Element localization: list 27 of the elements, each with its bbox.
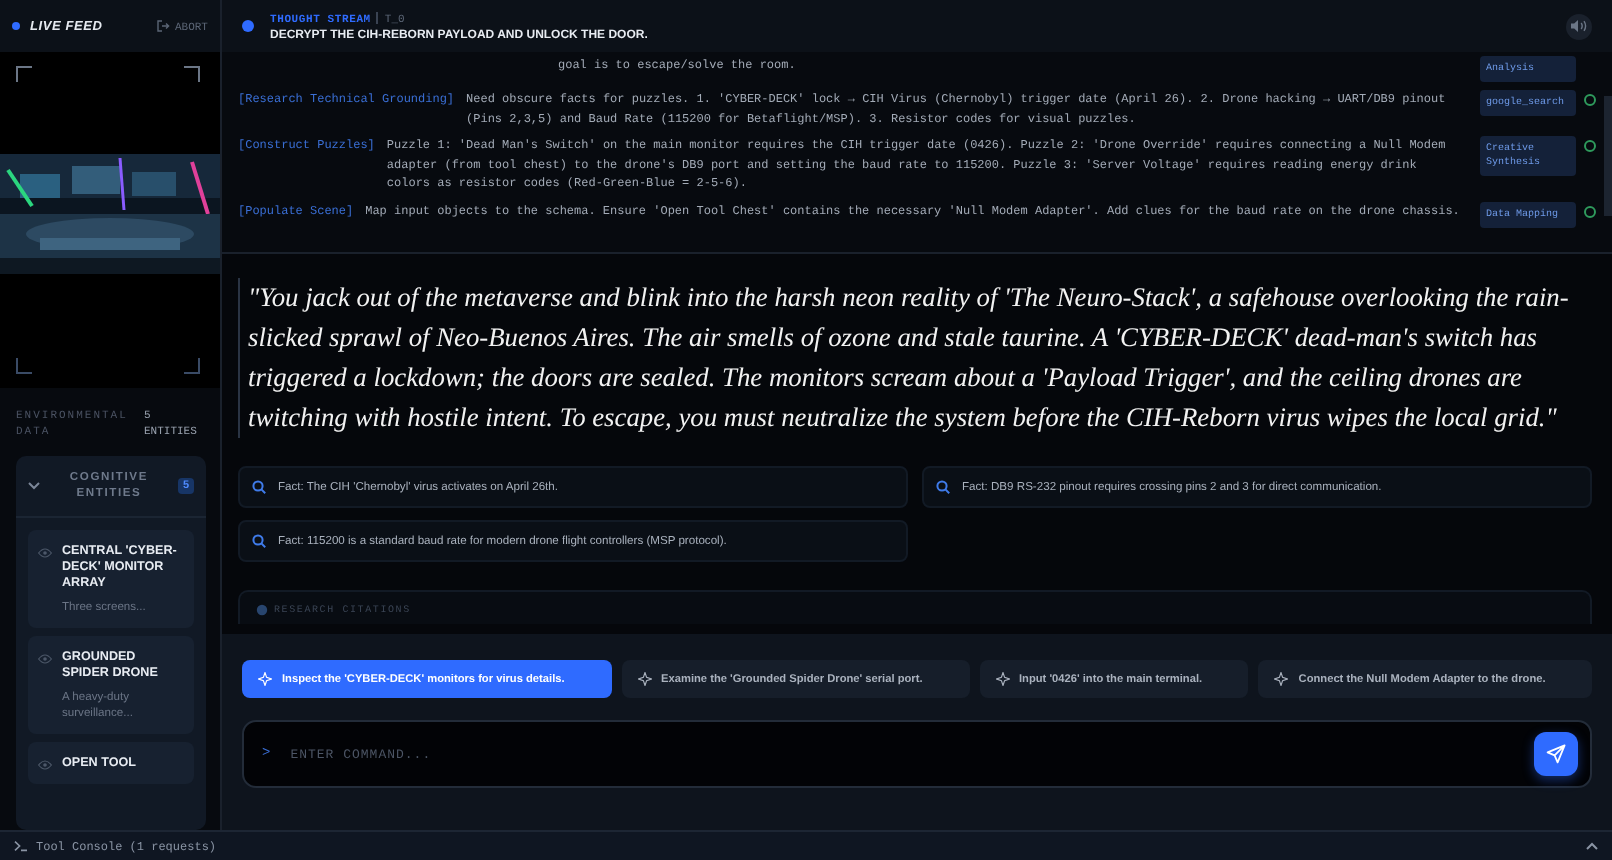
corner-bracket-icon — [184, 66, 200, 82]
globe-icon — [256, 604, 268, 616]
sparkle-icon — [995, 672, 1009, 686]
sparkle-icon — [1274, 672, 1289, 686]
terminal-icon — [14, 840, 28, 852]
status-dot-icon — [242, 20, 254, 32]
caret-up-icon[interactable] — [1586, 842, 1598, 850]
narrative-text: "You jack out of the metaverse and blink into the harsh neon reality of 'The Neuro-Stack', a safehouse overlooking the rain-slicked sprawl of Neo-Buenos Aires. The air smells of ozone and stale taurine. A 'CYBER-DECK' dead-man's switch has triggered a lockdown; the doors are sealed. The monitors scream about a 'Payload Trigger', and the ceiling drones are twitching with hostile intent. To escape, you must neutralize the system before the CIH-Reborn virus wipes the local grid." — [238, 278, 1592, 438]
scrollbar[interactable] — [1604, 96, 1612, 216]
send-icon — [1546, 744, 1566, 764]
sound-button[interactable] — [1566, 13, 1592, 39]
corner-bracket-icon — [184, 358, 200, 374]
eye-icon — [38, 654, 52, 664]
eye-icon — [38, 760, 52, 770]
corner-bracket-icon — [16, 66, 32, 82]
send-button[interactable] — [1534, 732, 1578, 776]
speaker-icon — [1570, 18, 1588, 34]
sparkle-icon — [258, 672, 272, 686]
live-dot-icon — [12, 22, 20, 30]
exit-icon — [156, 20, 171, 32]
search-icon — [936, 480, 950, 494]
chevron-icon[interactable] — [28, 482, 40, 490]
corner-bracket-icon — [16, 358, 32, 374]
search-icon — [252, 534, 266, 548]
search-icon — [252, 480, 266, 494]
eye-icon — [38, 548, 52, 558]
sparkle-icon — [637, 672, 652, 686]
